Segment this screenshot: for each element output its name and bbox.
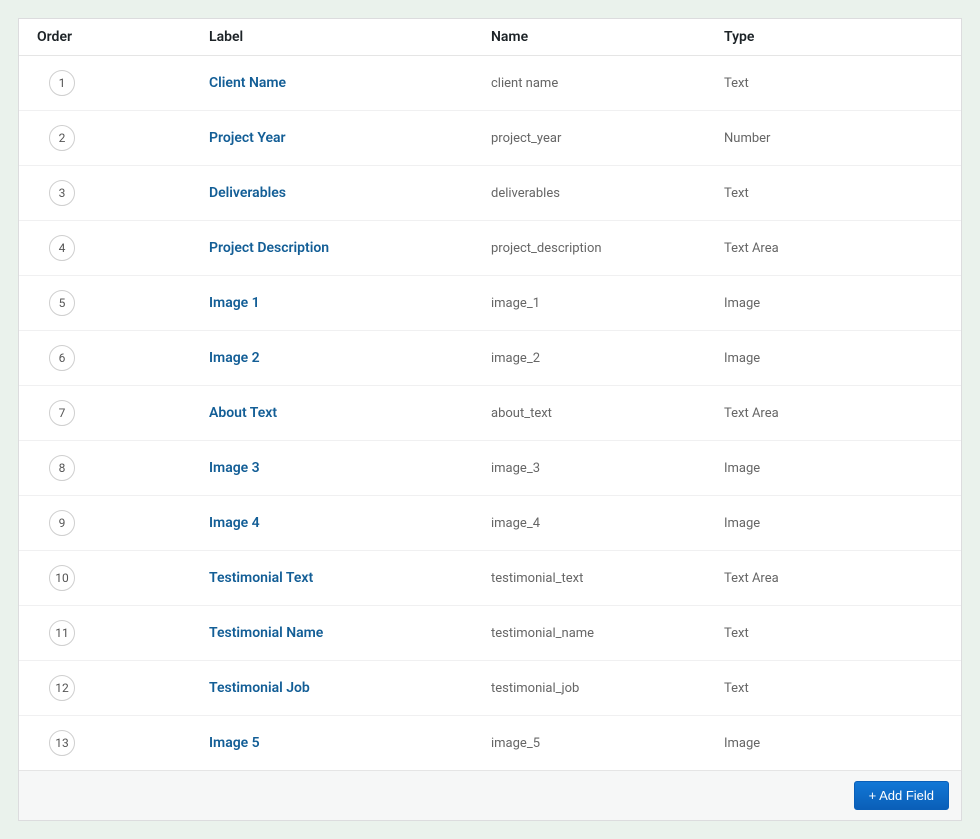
field-label-link[interactable]: Image 2 [209, 350, 260, 366]
order-badge[interactable]: 4 [49, 235, 75, 261]
field-label-link[interactable]: Client Name [209, 75, 286, 91]
field-label-link[interactable]: Project Year [209, 130, 286, 146]
order-badge[interactable]: 3 [49, 180, 75, 206]
fields-panel: Order Label Name Type 1 Client Name clie… [18, 18, 962, 821]
field-type: Text [724, 681, 749, 696]
field-type: Text Area [724, 406, 779, 421]
field-name: image_3 [491, 461, 540, 476]
field-label-link[interactable]: Image 4 [209, 515, 260, 531]
order-badge[interactable]: 9 [49, 510, 75, 536]
table-header: Order Label Name Type [19, 19, 961, 56]
field-name: about_text [491, 406, 552, 421]
field-label-link[interactable]: Image 3 [209, 460, 260, 476]
table-row[interactable]: 7 About Text about_text Text Area [19, 385, 961, 440]
order-badge[interactable]: 1 [49, 70, 75, 96]
table-row[interactable]: 8 Image 3 image_3 Image [19, 440, 961, 495]
field-name: image_4 [491, 516, 540, 531]
table-row[interactable]: 13 Image 5 image_5 Image [19, 715, 961, 770]
field-type: Image [724, 461, 760, 476]
table-row[interactable]: 5 Image 1 image_1 Image [19, 275, 961, 330]
field-type: Image [724, 296, 760, 311]
header-order: Order [19, 29, 209, 45]
field-type: Text Area [724, 241, 779, 256]
field-type: Image [724, 736, 760, 751]
field-type: Text [724, 76, 749, 91]
order-badge[interactable]: 7 [49, 400, 75, 426]
order-badge[interactable]: 6 [49, 345, 75, 371]
add-field-button[interactable]: + Add Field [854, 781, 949, 810]
field-name: project_year [491, 131, 561, 146]
table-row[interactable]: 3 Deliverables deliverables Text [19, 165, 961, 220]
field-label-link[interactable]: About Text [209, 405, 277, 421]
field-label-link[interactable]: Testimonial Job [209, 680, 310, 696]
field-label-link[interactable]: Testimonial Text [209, 570, 313, 586]
header-name: Name [491, 29, 724, 45]
table-body: 1 Client Name client name Text 2 Project… [19, 56, 961, 770]
field-name: image_1 [491, 296, 540, 311]
order-badge[interactable]: 13 [49, 730, 75, 756]
field-name: deliverables [491, 186, 560, 201]
field-type: Image [724, 516, 760, 531]
order-badge[interactable]: 5 [49, 290, 75, 316]
field-type: Number [724, 131, 770, 146]
field-label-link[interactable]: Project Description [209, 240, 329, 256]
header-type: Type [724, 29, 961, 45]
field-name: testimonial_name [491, 626, 594, 641]
table-footer: + Add Field [19, 770, 961, 820]
table-row[interactable]: 9 Image 4 image_4 Image [19, 495, 961, 550]
field-label-link[interactable]: Testimonial Name [209, 625, 323, 641]
field-label-link[interactable]: Deliverables [209, 185, 286, 201]
order-badge[interactable]: 2 [49, 125, 75, 151]
field-name: image_2 [491, 351, 540, 366]
field-name: testimonial_job [491, 681, 579, 696]
field-type: Text Area [724, 571, 779, 586]
order-badge[interactable]: 8 [49, 455, 75, 481]
table-row[interactable]: 10 Testimonial Text testimonial_text Tex… [19, 550, 961, 605]
table-row[interactable]: 12 Testimonial Job testimonial_job Text [19, 660, 961, 715]
field-name: client name [491, 76, 558, 91]
order-badge[interactable]: 11 [49, 620, 75, 646]
header-label: Label [209, 29, 491, 45]
order-badge[interactable]: 10 [49, 565, 75, 591]
table-row[interactable]: 2 Project Year project_year Number [19, 110, 961, 165]
field-name: image_5 [491, 736, 540, 751]
field-type: Text [724, 186, 749, 201]
order-badge[interactable]: 12 [49, 675, 75, 701]
field-label-link[interactable]: Image 5 [209, 735, 260, 751]
table-row[interactable]: 4 Project Description project_descriptio… [19, 220, 961, 275]
field-label-link[interactable]: Image 1 [209, 295, 260, 311]
table-row[interactable]: 1 Client Name client name Text [19, 56, 961, 110]
field-name: testimonial_text [491, 571, 583, 586]
field-type: Image [724, 351, 760, 366]
table-row[interactable]: 11 Testimonial Name testimonial_name Tex… [19, 605, 961, 660]
table-row[interactable]: 6 Image 2 image_2 Image [19, 330, 961, 385]
field-type: Text [724, 626, 749, 641]
field-name: project_description [491, 241, 602, 256]
